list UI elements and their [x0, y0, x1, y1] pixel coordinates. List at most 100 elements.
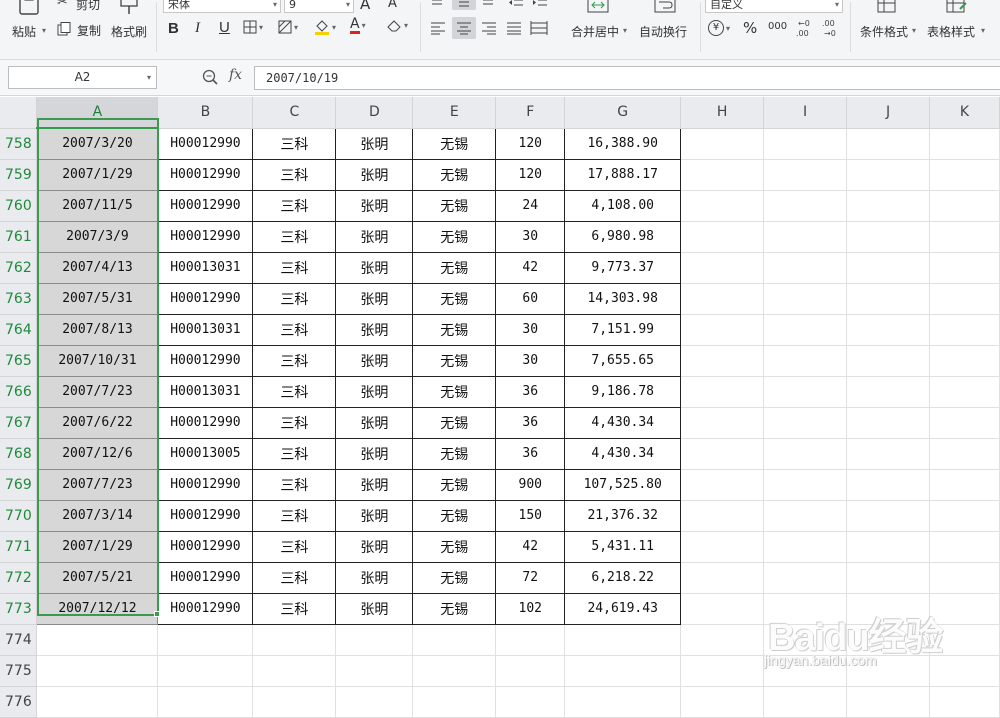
- cell-a[interactable]: 2007/3/20: [36, 127, 159, 160]
- empty-cell[interactable]: [929, 159, 1000, 191]
- cell-c[interactable]: 三科: [252, 313, 337, 346]
- row-header[interactable]: 771: [0, 531, 38, 563]
- row-header[interactable]: 775: [0, 655, 38, 687]
- cell-a[interactable]: 2007/1/29: [36, 158, 159, 191]
- column-header-j[interactable]: J: [846, 97, 930, 129]
- empty-cell[interactable]: [763, 407, 848, 439]
- cell-c[interactable]: 三科: [252, 344, 337, 377]
- empty-cell[interactable]: [763, 624, 848, 656]
- empty-cell[interactable]: [929, 407, 1000, 439]
- merge-center-button[interactable]: 合并居中 ▾: [566, 0, 630, 56]
- cell-a[interactable]: 2007/11/5: [36, 189, 159, 222]
- cell-a[interactable]: 2007/3/9: [36, 220, 159, 253]
- row-header[interactable]: 762: [0, 252, 38, 284]
- cell-a[interactable]: 2007/8/13: [36, 313, 159, 346]
- empty-cell[interactable]: [846, 190, 930, 222]
- borders-button[interactable]: ▾: [243, 20, 263, 34]
- cell-e[interactable]: 无锡: [412, 313, 497, 346]
- empty-cell[interactable]: [929, 562, 1000, 594]
- cell-e[interactable]: 无锡: [412, 220, 497, 253]
- number-format-select[interactable]: 自定义 ▾: [705, 0, 843, 13]
- row-header[interactable]: 759: [0, 159, 38, 191]
- empty-cell[interactable]: [846, 345, 930, 377]
- conditional-format-button[interactable]: 条件格式 ▾: [856, 0, 920, 56]
- cell-c[interactable]: 三科: [252, 437, 337, 470]
- indent-increase-button[interactable]: [532, 0, 548, 8]
- empty-cell[interactable]: [680, 655, 765, 687]
- row-header[interactable]: 772: [0, 562, 38, 594]
- cell-d[interactable]: 张明: [335, 282, 414, 315]
- empty-cell[interactable]: [763, 252, 848, 284]
- empty-cell[interactable]: [846, 500, 930, 532]
- grow-font-button[interactable]: A: [360, 0, 370, 13]
- cell-g[interactable]: 4,430.34: [564, 437, 682, 470]
- column-header-b[interactable]: B: [157, 97, 254, 129]
- cell-b[interactable]: H00012990: [157, 592, 254, 625]
- cell-a[interactable]: 2007/1/29: [36, 530, 159, 563]
- empty-cell[interactable]: [929, 345, 1000, 377]
- font-color-button[interactable]: A ▾: [350, 17, 366, 34]
- empty-cell[interactable]: [763, 345, 848, 377]
- empty-cell[interactable]: [763, 159, 848, 191]
- empty-cell[interactable]: [846, 314, 930, 346]
- spreadsheet-grid[interactable]: A B C D E F G H I J K 758 2007/3/20 H00012…: [0, 97, 1000, 718]
- empty-cell[interactable]: [846, 438, 930, 470]
- cell-b[interactable]: H00012990: [157, 220, 254, 253]
- empty-cell[interactable]: [495, 686, 566, 718]
- empty-cell[interactable]: [929, 500, 1000, 532]
- cell-d[interactable]: 张明: [335, 499, 414, 532]
- empty-cell[interactable]: [680, 283, 765, 315]
- empty-cell[interactable]: [157, 655, 254, 687]
- align-middle-button[interactable]: [452, 0, 476, 10]
- empty-cell[interactable]: [929, 190, 1000, 222]
- cell-b[interactable]: H00012990: [157, 499, 254, 532]
- empty-cell[interactable]: [929, 221, 1000, 253]
- empty-cell[interactable]: [680, 252, 765, 284]
- cell-c[interactable]: 三科: [252, 220, 337, 253]
- align-center-button[interactable]: [452, 17, 476, 39]
- row-header[interactable]: 766: [0, 376, 38, 408]
- column-header-f[interactable]: F: [495, 97, 566, 129]
- cell-e[interactable]: 无锡: [412, 592, 497, 625]
- row-header[interactable]: 760: [0, 190, 38, 222]
- cell-c[interactable]: 三科: [252, 127, 337, 160]
- cell-f[interactable]: 102: [495, 592, 566, 625]
- cell-d[interactable]: 张明: [335, 592, 414, 625]
- cell-b[interactable]: H00012990: [157, 530, 254, 563]
- row-header[interactable]: 761: [0, 221, 38, 253]
- clear-format-button[interactable]: ▾: [386, 18, 408, 32]
- justify-button[interactable]: [506, 20, 522, 36]
- cell-g[interactable]: 17,888.17: [564, 158, 682, 191]
- empty-cell[interactable]: [763, 190, 848, 222]
- cell-b[interactable]: H00013031: [157, 251, 254, 284]
- wrap-text-button[interactable]: 自动换行: [636, 0, 694, 56]
- cell-f[interactable]: 36: [495, 437, 566, 470]
- copy-button[interactable]: 复制: [56, 20, 106, 38]
- cell-f[interactable]: 150: [495, 499, 566, 532]
- empty-cell[interactable]: [929, 252, 1000, 284]
- cell-g[interactable]: 6,980.98: [564, 220, 682, 253]
- empty-cell[interactable]: [929, 624, 1000, 656]
- cell-g[interactable]: 7,655.65: [564, 344, 682, 377]
- empty-cell[interactable]: [763, 283, 848, 315]
- align-bottom-button[interactable]: [481, 0, 495, 6]
- empty-cell[interactable]: [846, 655, 930, 687]
- empty-cell[interactable]: [680, 624, 765, 656]
- fill-pattern-button[interactable]: ▾: [278, 20, 298, 34]
- empty-cell[interactable]: [763, 655, 848, 687]
- distributed-align-button[interactable]: [530, 20, 548, 36]
- thousands-separator-button[interactable]: 000: [768, 21, 787, 32]
- row-header[interactable]: 768: [0, 438, 38, 470]
- cell-g[interactable]: 5,431.11: [564, 530, 682, 563]
- cell-a[interactable]: 2007/7/23: [36, 468, 159, 501]
- cell-b[interactable]: H00012990: [157, 406, 254, 439]
- empty-cell[interactable]: [846, 128, 930, 160]
- cell-d[interactable]: 张明: [335, 158, 414, 191]
- cell-e[interactable]: 无锡: [412, 282, 497, 315]
- cell-b[interactable]: H00012990: [157, 127, 254, 160]
- row-header[interactable]: 765: [0, 345, 38, 377]
- select-all-corner[interactable]: [0, 97, 38, 129]
- cell-f[interactable]: 42: [495, 530, 566, 563]
- empty-cell[interactable]: [846, 221, 930, 253]
- cell-b[interactable]: H00012990: [157, 282, 254, 315]
